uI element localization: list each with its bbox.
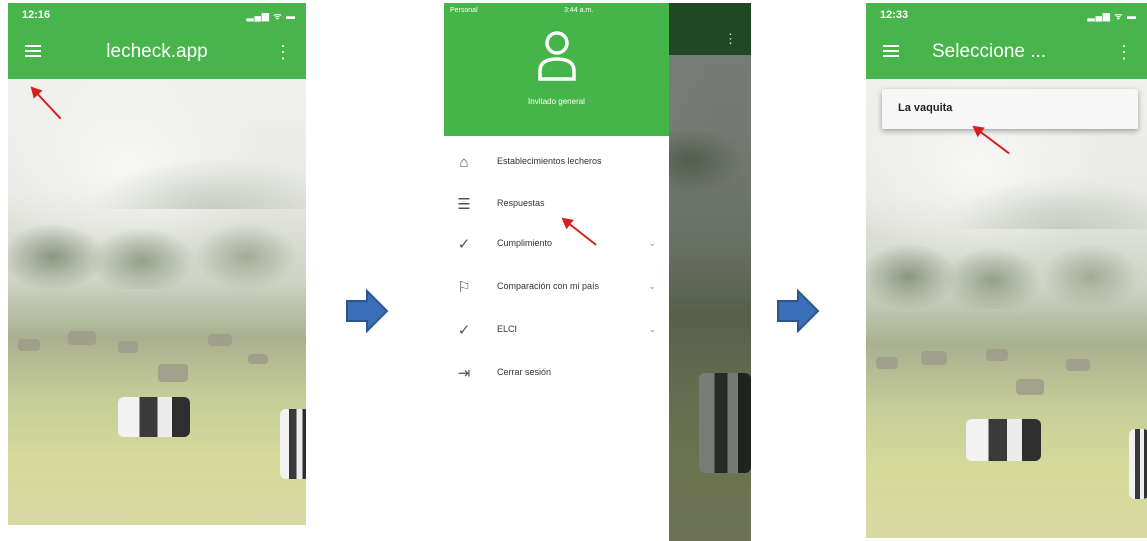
app-bar: Seleccione ... ⋮ <box>866 27 1147 79</box>
drawer-item-label: Comparación con mi país <box>497 281 600 291</box>
navigation-drawer: Personal 3:44 a.m. Invitado general ⌂ Es… <box>444 3 669 541</box>
chevron-down-icon[interactable]: ⌄ <box>648 281 656 292</box>
logout-icon: ⇥ <box>457 365 471 382</box>
flag-icon: ⚐ <box>457 279 471 296</box>
drawer-item-establecimientos[interactable]: ⌂ Establecimientos lecheros <box>444 144 669 182</box>
app-bar: lecheck.app ⋮ <box>8 27 306 79</box>
more-vertical-icon[interactable]: ⋮ <box>1115 40 1133 64</box>
chevron-down-icon[interactable]: ⌄ <box>648 324 656 335</box>
drawer-header: Personal 3:44 a.m. Invitado general <box>444 3 669 136</box>
hamburger-icon[interactable] <box>880 40 904 64</box>
more-vertical-icon: ⋮ <box>724 31 737 46</box>
check-icon: ✓ <box>457 322 471 339</box>
checklist-icon: ☰ <box>457 196 471 213</box>
dropdown-option-la-vaquita[interactable]: La vaquita <box>898 102 952 114</box>
drawer-item-label: Establecimientos lecheros <box>497 156 602 166</box>
status-bar: 12:16 ▂▄▆ ᯤ ▬ <box>8 3 306 27</box>
app-title: lecheck.app <box>106 41 208 62</box>
drawer-item-comparacion[interactable]: ⚐ Comparación con mi país ⌄ <box>444 269 669 307</box>
status-icons: ▂▄▆ ᯤ ▬ <box>246 11 296 21</box>
more-vertical-icon[interactable]: ⋮ <box>274 40 292 64</box>
status-time: 3:44 a.m. <box>564 7 594 14</box>
flow-arrow-right-icon <box>777 289 820 333</box>
drawer-item-label: Respuestas <box>497 198 545 208</box>
status-bar: 12:33 ▂▄▆ ᯤ ▬ <box>866 3 1147 27</box>
cow-pasture-background <box>866 79 1147 538</box>
barn-icon: ⌂ <box>459 154 469 171</box>
screen-select: 12:33 ▂▄▆ ᯤ ▬ Seleccione ... ⋮ La vaquit… <box>866 3 1147 538</box>
drawer-item-cumplimiento[interactable]: ✓ Cumplimiento ⌄ <box>444 226 669 264</box>
status-time: 12:16 <box>22 9 51 21</box>
user-label: Invitado general <box>528 97 585 106</box>
drawer-item-cerrar-sesion[interactable]: ⇥ Cerrar sesión <box>444 355 669 393</box>
drawer-item-label: Cumplimiento <box>497 238 553 248</box>
screen-home: 12:16 ▂▄▆ ᯤ ▬ lecheck.app ⋮ <box>8 3 306 525</box>
drawer-scrim[interactable] <box>669 3 751 541</box>
user-icon <box>538 31 576 81</box>
establishment-dropdown[interactable]: La vaquita <box>882 89 1138 129</box>
cow-pasture-background <box>8 79 306 525</box>
drawer-item-elci[interactable]: ✓ ELCI ⌄ <box>444 312 669 350</box>
drawer-item-label: ELCI <box>497 324 518 334</box>
status-icons: ▂▄▆ ᯤ ▬ <box>1087 11 1137 21</box>
double-check-icon: ✓ <box>457 236 471 253</box>
status-time: 12:33 <box>880 9 909 21</box>
chevron-down-icon[interactable]: ⌄ <box>648 238 656 249</box>
screen-drawer: ⋮ Personal 3:44 a.m. Invitado general ⌂ … <box>444 3 751 541</box>
flow-arrow-right-icon <box>346 289 389 333</box>
status-carrier: Personal <box>450 7 478 14</box>
drawer-item-label: Cerrar sesión <box>497 367 552 377</box>
drawer-item-respuestas[interactable]: ☰ Respuestas <box>444 186 669 224</box>
